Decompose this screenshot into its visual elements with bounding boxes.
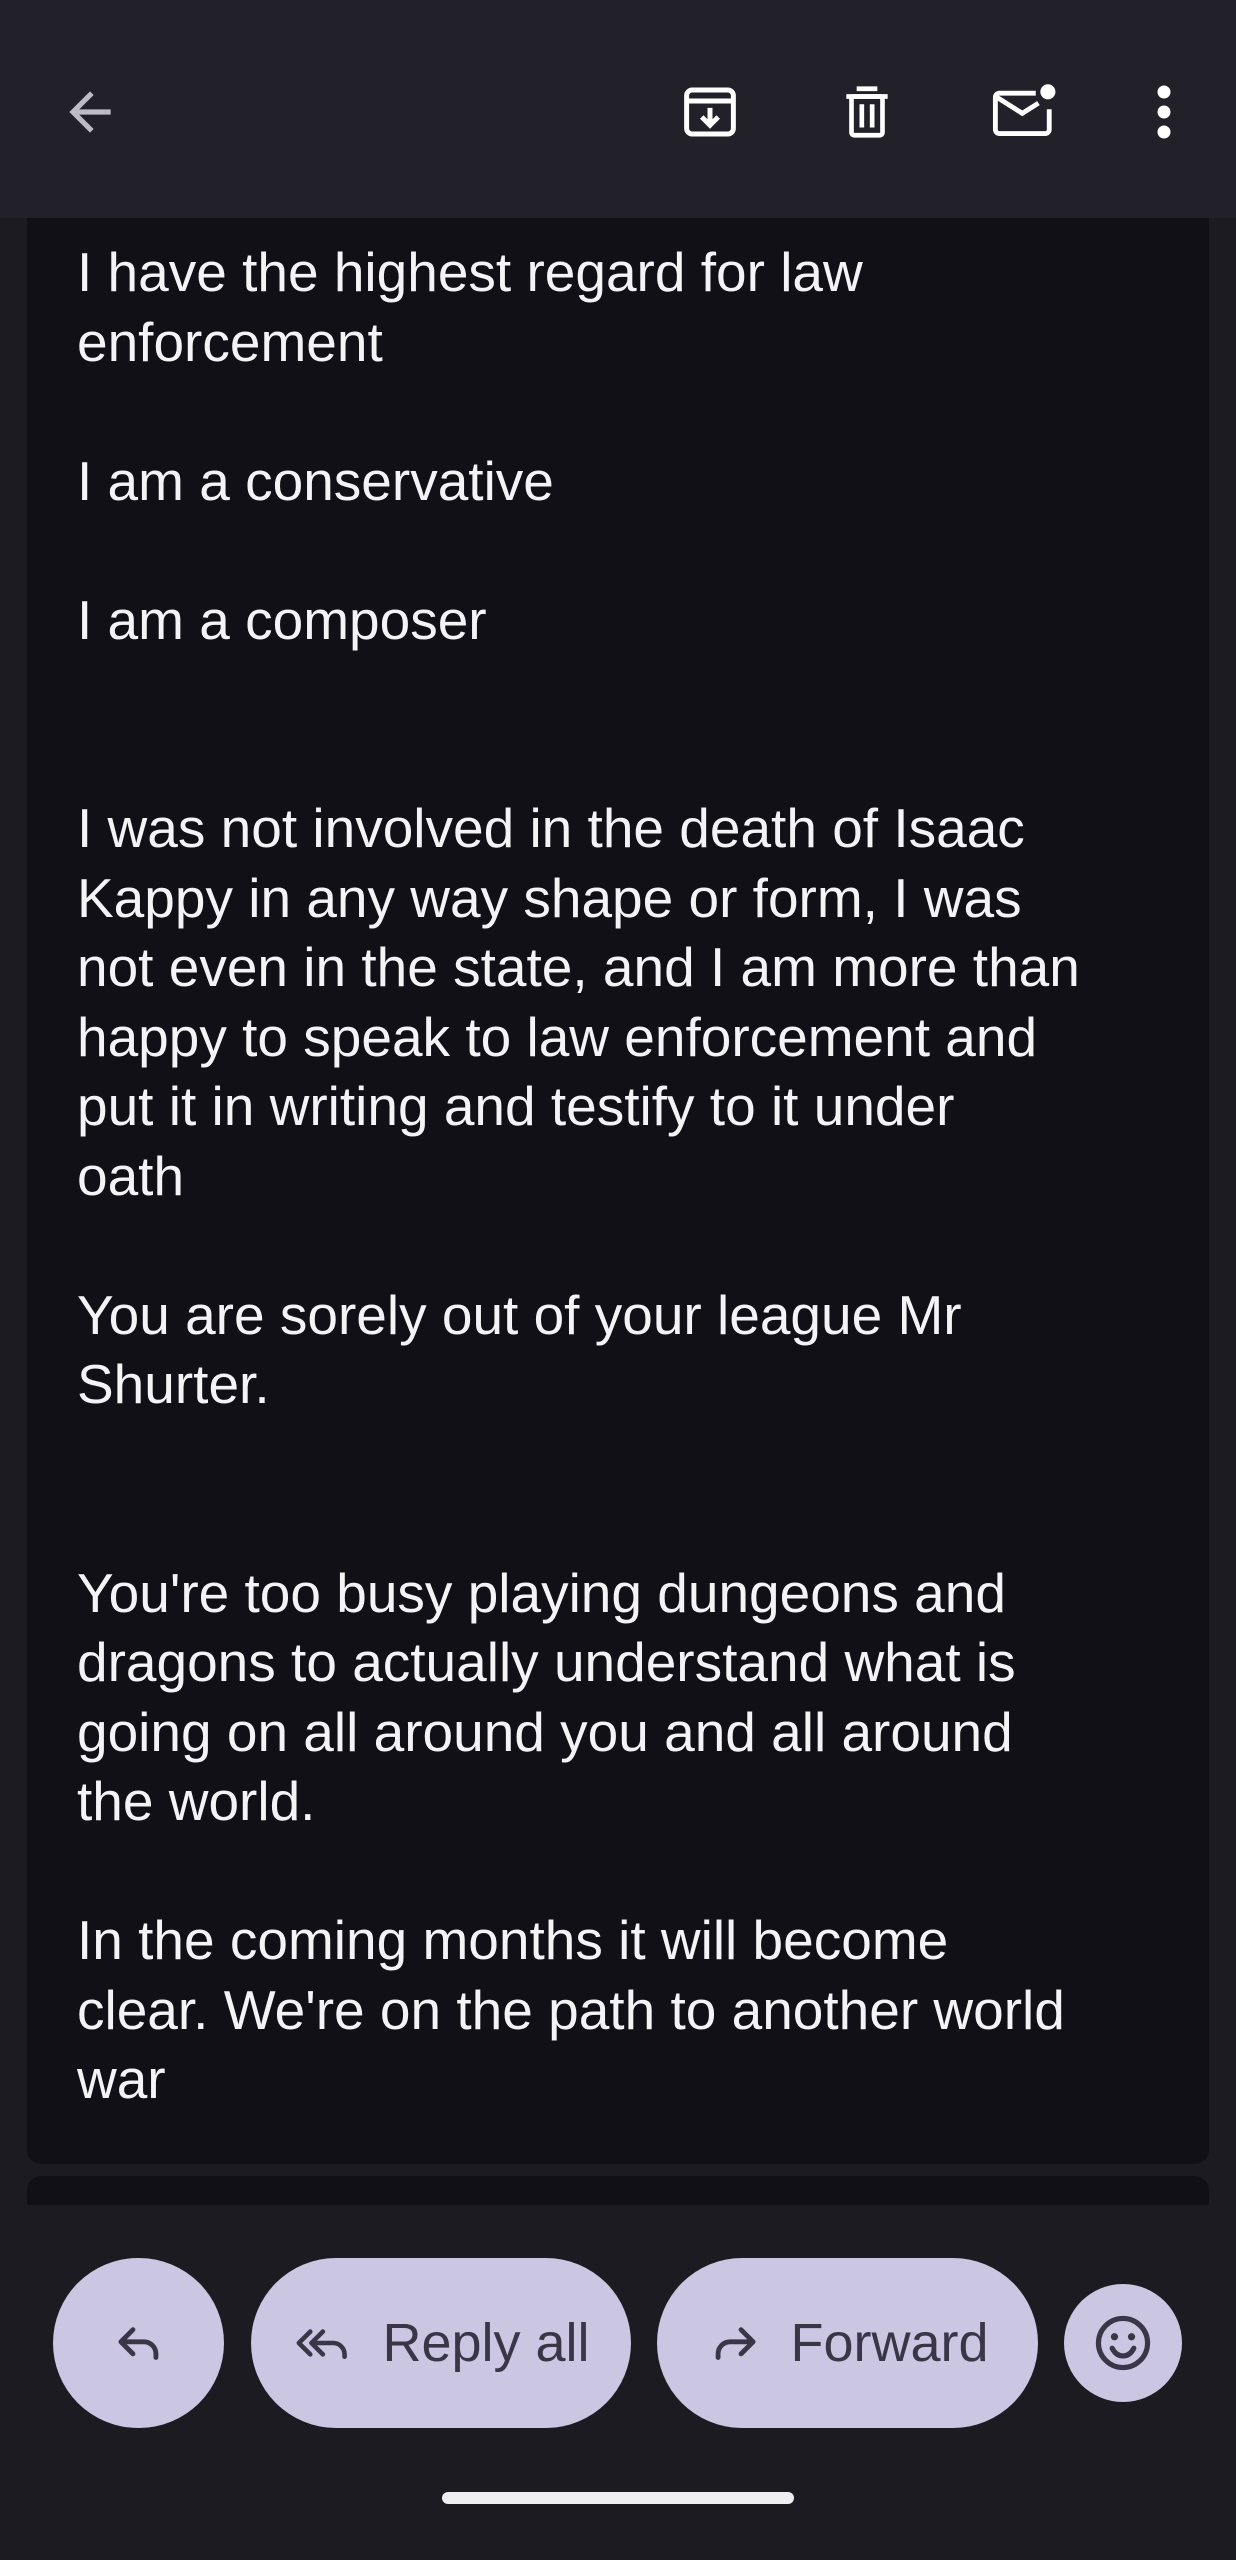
next-message-card [27,2176,1209,2206]
reply-all-label: Reply all [382,2313,590,2373]
arrow-back-icon [69,91,111,133]
email-paragraph: I have the highest regard for law enforc… [77,241,863,373]
reply-icon [117,2327,158,2360]
email-paragraph: I am a conservative [77,449,554,512]
mark-unread-button[interactable] [975,62,1075,162]
email-paragraph: I was not involved in the death of Isaac… [77,797,1080,1207]
email-paragraph: You're too busy playing dungeons and dra… [77,1561,1016,1833]
delete-icon [846,86,888,138]
more-vert-icon [1157,85,1171,139]
gesture-nav-handle[interactable] [442,2492,794,2504]
top-app-bar [0,0,1236,218]
delete-button[interactable] [817,62,917,162]
email-paragraph: I am a composer [77,588,487,651]
archive-icon [684,87,736,137]
archive-button[interactable] [660,62,760,162]
reply-all-icon [297,2329,348,2359]
back-button[interactable] [40,62,140,162]
more-options-button[interactable] [1112,62,1216,162]
forward-label: Forward [790,2313,989,2373]
emoji-reaction-button[interactable] [1064,2284,1182,2402]
forward-button[interactable]: Forward [657,2258,1038,2428]
reply-button[interactable] [53,2258,224,2428]
email-message-card: I have the highest regard for law enforc… [27,218,1209,2164]
email-body: I have the highest regard for law enforc… [77,238,1177,2115]
smiley-icon [1095,2315,1151,2371]
email-paragraph: In the coming months it will become clea… [77,1909,1065,2110]
forward-icon [716,2327,757,2360]
reply-all-button[interactable]: Reply all [251,2258,631,2428]
mark-unread-icon [992,84,1056,136]
email-paragraph: You are sorely out of your league Mr Shu… [77,1283,962,1416]
